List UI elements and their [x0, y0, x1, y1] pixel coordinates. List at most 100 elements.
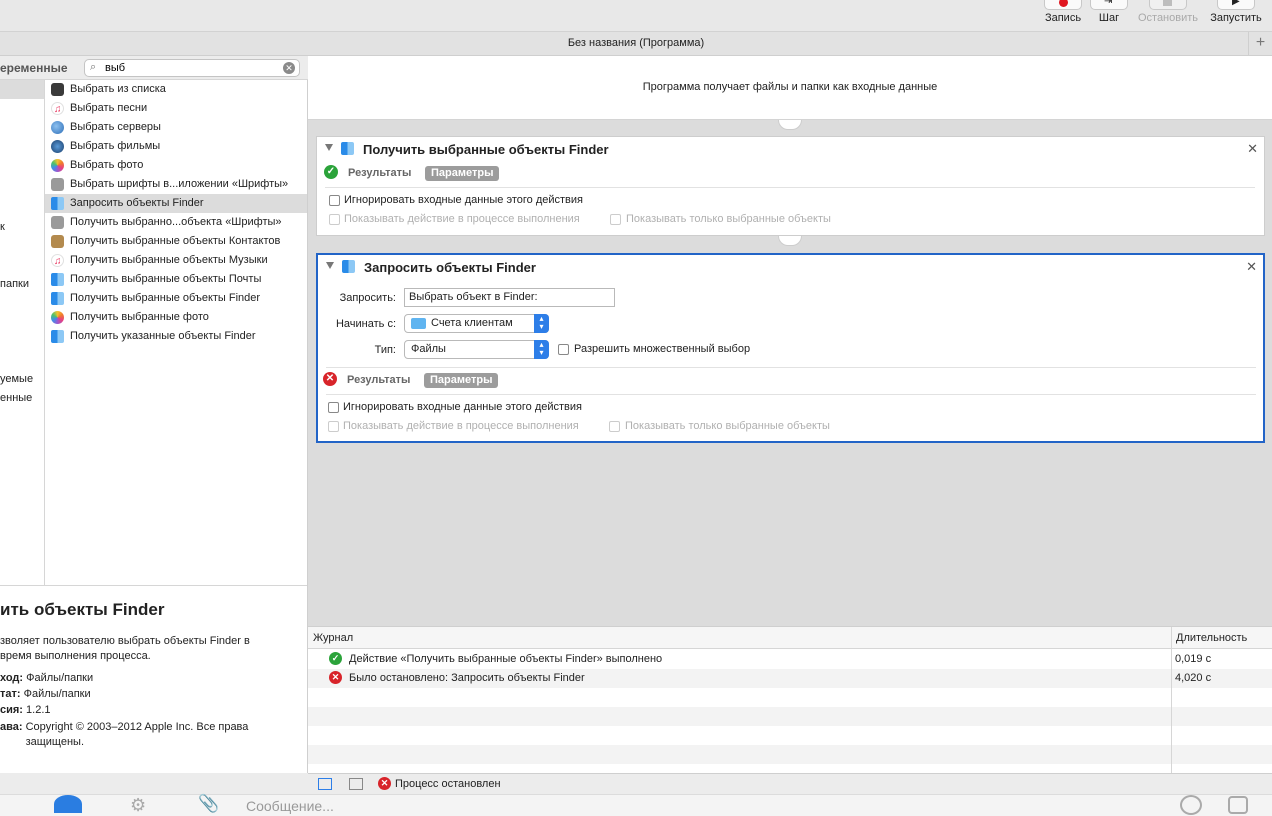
action-list-item[interactable]: Выбрать серверы [45, 118, 307, 137]
results-tab[interactable]: Результаты [348, 167, 411, 179]
action-list-item[interactable]: Выбрать шрифты в...иложении «Шрифты» [45, 175, 307, 194]
action-list-item-label: Выбрать фильмы [70, 140, 161, 152]
record-button[interactable]: Запись [1042, 0, 1084, 24]
window-title: Без названия (Программа) [0, 32, 1272, 56]
run-button[interactable]: ▶ Запустить [1206, 0, 1266, 24]
library-header: еременные ⌕ ✕ [0, 56, 308, 80]
success-icon: ✓ [329, 652, 342, 665]
log-column-duration[interactable]: Длительность [1176, 632, 1247, 644]
attach-icon[interactable]: 📎 [198, 795, 219, 813]
action-list-item[interactable]: Выбрать фильмы [45, 137, 307, 156]
action-list-item[interactable]: Получить выбранно...объекта «Шрифты» [45, 213, 307, 232]
ignore-input-checkbox[interactable] [329, 195, 340, 206]
search-field[interactable]: ⌕ ✕ [84, 59, 300, 77]
log-row[interactable]: ✓ Действие «Получить выбранные объекты F… [308, 650, 1272, 669]
variables-view-icon[interactable] [349, 778, 363, 790]
action-list-item-label: Получить указанные объекты Finder [70, 330, 256, 342]
finder-icon [51, 273, 64, 286]
show-selected-checkbox[interactable] [609, 421, 620, 432]
description-panel: ить объекты Finder зволяет пользователю … [0, 585, 307, 773]
allow-multiple-checkbox[interactable] [558, 344, 569, 355]
show-selected-label: Показывать только выбранные объекты [625, 420, 830, 432]
action-list-item-label: Выбрать из списка [70, 83, 166, 95]
description-version-row: сия: 1.2.1 [0, 704, 51, 716]
log-header: Журнал Длительность [308, 627, 1272, 649]
action-list-item[interactable]: Получить выбранные объекты Музыки [45, 251, 307, 271]
font-book-icon [51, 216, 64, 229]
list-icon [51, 83, 64, 96]
action-list-item[interactable]: Выбрать из списка [45, 80, 307, 99]
action-list-item-label: Выбрать песни [70, 102, 148, 114]
log-row-empty [308, 726, 1272, 745]
emoji-icon[interactable] [1180, 795, 1202, 815]
library-selected-row[interactable] [0, 80, 44, 99]
library-item[interactable]: папки [0, 278, 29, 290]
type-popup[interactable]: Файлы ▴ ▾ [404, 340, 549, 359]
library-column: к папки уемые енные [0, 80, 45, 585]
error-icon: ✕ [329, 671, 342, 684]
show-selected-checkbox[interactable] [610, 214, 621, 225]
disclosure-triangle-icon[interactable] [325, 144, 333, 151]
finder-icon [51, 292, 64, 305]
action-list-item[interactable]: Выбрать фото [45, 156, 307, 175]
show-action-checkbox[interactable] [329, 214, 340, 225]
status-text: Процесс остановлен [395, 778, 501, 790]
chevron-updown-icon: ▴ ▾ [534, 314, 549, 333]
card-header: Запросить объекты Finder ✕ [318, 255, 1263, 279]
start-at-popup[interactable]: Счета клиентам ▴ ▾ [404, 314, 549, 333]
library-item[interactable]: уемые [0, 373, 33, 385]
add-button[interactable]: + [1248, 32, 1272, 56]
disclosure-triangle-icon[interactable] [326, 262, 334, 269]
message-input[interactable]: Сообщение... [246, 798, 334, 814]
action-card-get-selected-finder-items[interactable]: Получить выбранные объекты Finder ✕ ✓ Ре… [316, 136, 1265, 236]
action-list: Выбрать из списка Выбрать песни Выбрать се… [45, 80, 307, 585]
action-list-item[interactable]: Получить выбранные фото [45, 308, 307, 327]
action-list-item-label: Получить выбранные фото [70, 311, 209, 323]
action-list-item-label: Запросить объекты Finder [70, 197, 204, 209]
action-card-ask-for-finder-items[interactable]: Запросить объекты Finder ✕ Запросить: Вы… [316, 253, 1265, 443]
variables-tab[interactable]: еременные [0, 61, 68, 75]
parameters-tab[interactable]: Параметры [425, 166, 500, 181]
ignore-input-label: Игнорировать входные данные этого действ… [343, 401, 582, 413]
step-button[interactable]: ⇥ Шаг [1090, 0, 1128, 24]
photos-icon [51, 311, 64, 324]
gear-icon[interactable]: ⚙ [130, 796, 146, 814]
log-view-icon[interactable] [318, 778, 332, 790]
action-list-item[interactable]: Получить выбранные объекты Контактов [45, 232, 307, 251]
log-column-journal[interactable]: Журнал [313, 632, 353, 644]
divider [325, 187, 1255, 188]
description-input-row: ход: Файлы/папки [0, 672, 94, 684]
show-action-checkbox[interactable] [328, 421, 339, 432]
font-book-icon [51, 178, 64, 191]
show-action-label: Показывать действие в процессе выполнени… [343, 420, 579, 432]
action-list-item[interactable]: Получить выбранные объекты Finder [45, 289, 307, 308]
prompt-label: Запросить: [339, 292, 396, 304]
log-row[interactable]: ✕ Было остановлено: Запросить объекты Fi… [308, 669, 1272, 688]
log-row-empty [308, 745, 1272, 764]
divider [326, 394, 1256, 395]
action-list-item[interactable]: Получить выбранные объекты Почты [45, 270, 307, 289]
clear-search-icon[interactable]: ✕ [283, 62, 295, 74]
search-icon: ⌕ [90, 61, 97, 73]
action-list-item[interactable]: Выбрать песни [45, 99, 307, 119]
column-separator [1171, 627, 1172, 774]
log-row-empty [308, 707, 1272, 726]
divider [326, 367, 1256, 368]
parameters-tab[interactable]: Параметры [424, 373, 499, 388]
ignore-input-checkbox[interactable] [328, 402, 339, 413]
action-list-item[interactable]: Получить указанные объекты Finder [45, 327, 307, 346]
finder-icon [341, 142, 354, 155]
search-input[interactable] [105, 61, 275, 75]
prompt-field[interactable]: Выбрать объект в Finder: [404, 288, 615, 307]
quicktime-icon [51, 140, 64, 153]
library-item[interactable]: к [0, 221, 5, 233]
results-tab[interactable]: Результаты [347, 374, 410, 386]
action-list-item-label: Получить выбранные объекты Музыки [70, 254, 268, 266]
close-icon[interactable]: ✕ [1247, 141, 1258, 157]
stop-button[interactable]: Остановить [1134, 0, 1202, 24]
action-list-item[interactable]: Запросить объекты Finder [45, 194, 307, 213]
chat-icon[interactable] [54, 795, 82, 813]
library-item[interactable]: енные [0, 392, 32, 404]
camera-icon[interactable] [1228, 796, 1248, 814]
close-icon[interactable]: ✕ [1246, 259, 1257, 275]
